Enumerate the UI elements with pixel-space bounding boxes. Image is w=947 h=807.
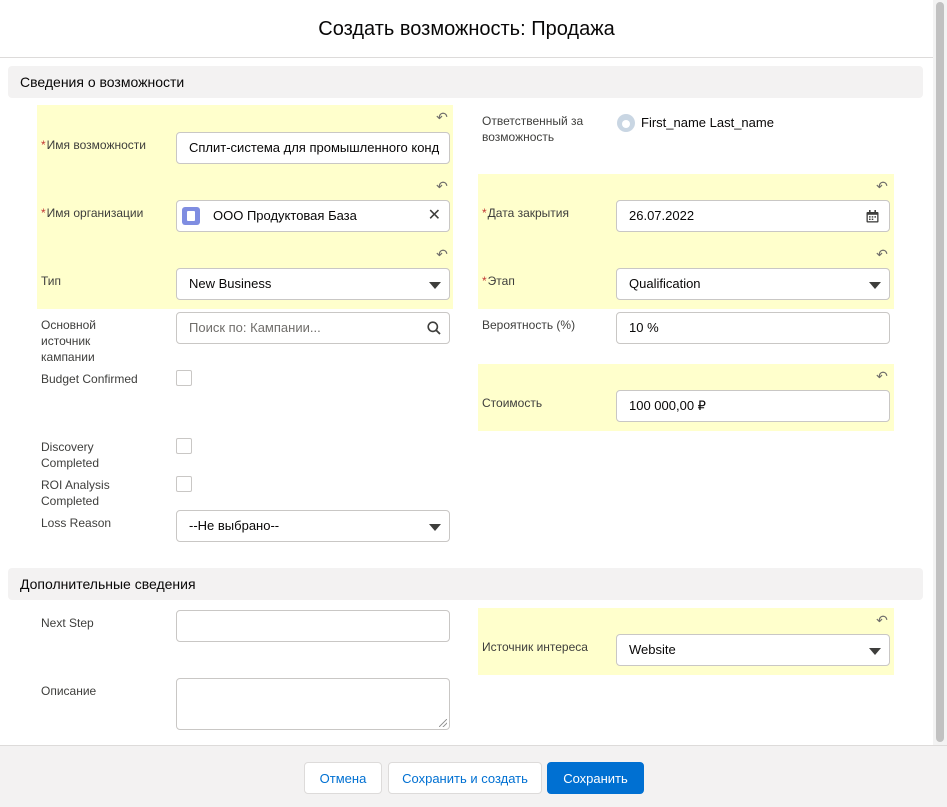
campaign-source-label: Основной источник кампании [41,318,97,364]
loss-reason-value: --Не выбрано-- [189,518,280,533]
required-marker: * [41,138,46,152]
calendar-icon[interactable] [866,210,879,223]
undo-icon[interactable]: ↶ [874,178,890,194]
roi-completed-label: ROI Analysis Completed [41,478,110,508]
close-date-label: *Дата закрытия [482,206,569,220]
campaign-source-placeholder: Поиск по: Кампании... [189,320,321,335]
type-label: Тип [41,274,62,288]
modal-header: Создать возможность: Продажа [0,0,933,58]
type-select[interactable]: New Business [176,268,450,300]
campaign-source-search[interactable]: Поиск по: Кампании... [176,312,450,344]
next-step-label: Next Step [41,616,94,630]
undo-icon[interactable]: ↶ [874,612,890,628]
chevron-down-icon [429,524,441,531]
loss-reason-select[interactable]: --Не выбрано-- [176,510,450,542]
roi-completed-checkbox[interactable] [176,476,192,492]
owner-value[interactable]: First_name Last_name [641,115,774,130]
opportunity-name-label: *Имя возможности [41,138,146,152]
clear-icon[interactable]: ✕ [428,208,441,224]
discovery-completed-label: Discovery Completed [41,440,100,470]
lead-source-label: Источник интереса [482,640,588,654]
undo-icon[interactable]: ↶ [434,246,450,262]
modal-footer: Отмена Сохранить и создать Сохранить [0,745,947,807]
budget-confirmed-label: Budget Confirmed [41,372,138,386]
stage-label: *Этап [482,274,515,288]
save-and-new-button[interactable]: Сохранить и создать [388,762,542,794]
required-marker: * [482,274,487,288]
save-button[interactable]: Сохранить [547,762,644,794]
stage-value: Qualification [629,276,701,291]
undo-icon[interactable]: ↶ [874,368,890,384]
modal-title: Создать возможность: Продажа [318,18,615,40]
description-textarea[interactable] [176,678,450,730]
section-header-additional[interactable]: Дополнительные сведения [8,568,923,600]
account-name-label: *Имя организации [41,206,144,220]
opportunity-name-input[interactable]: Сплит-система для промышленного конд [176,132,450,164]
scrollbar-thumb[interactable] [936,2,944,742]
probability-input[interactable]: 10 % [616,312,890,344]
cancel-button[interactable]: Отмена [304,762,382,794]
chevron-down-icon [869,282,881,289]
type-value: New Business [189,276,272,291]
owner-label: Ответственный за возможность [482,114,584,144]
user-avatar-icon [617,114,635,132]
next-step-input[interactable] [176,610,450,642]
account-name-value: ООО Продуктовая База [213,208,357,223]
chevron-down-icon [429,282,441,289]
close-date-value: 26.07.2022 [629,208,695,223]
close-date-input[interactable]: 26.07.2022 [616,200,890,232]
required-marker: * [41,206,46,220]
stage-select[interactable]: Qualification [616,268,890,300]
lead-source-value: Website [629,642,676,657]
account-name-lookup[interactable]: ООО Продуктовая База ✕ [176,200,450,232]
scrollbar[interactable] [933,0,947,745]
undo-icon[interactable]: ↶ [434,109,450,125]
probability-label: Вероятность (%) [482,318,576,332]
chevron-down-icon [869,648,881,655]
required-marker: * [482,206,487,220]
amount-label: Стоимость [482,396,543,410]
section-title: Дополнительные сведения [20,576,196,592]
undo-icon[interactable]: ↶ [434,178,450,194]
section-header-info[interactable]: Сведения о возможности [8,66,923,98]
undo-icon[interactable]: ↶ [874,246,890,262]
lead-source-select[interactable]: Website [616,634,890,666]
discovery-completed-checkbox[interactable] [176,438,192,454]
account-icon [182,207,200,225]
loss-reason-label: Loss Reason [41,516,112,530]
budget-confirmed-checkbox[interactable] [176,370,192,386]
section-title: Сведения о возможности [20,74,185,90]
search-icon [427,321,441,335]
description-label: Описание [41,684,97,698]
amount-input[interactable]: 100 000,00 ₽ [616,390,890,422]
resize-handle-icon[interactable] [439,719,447,727]
